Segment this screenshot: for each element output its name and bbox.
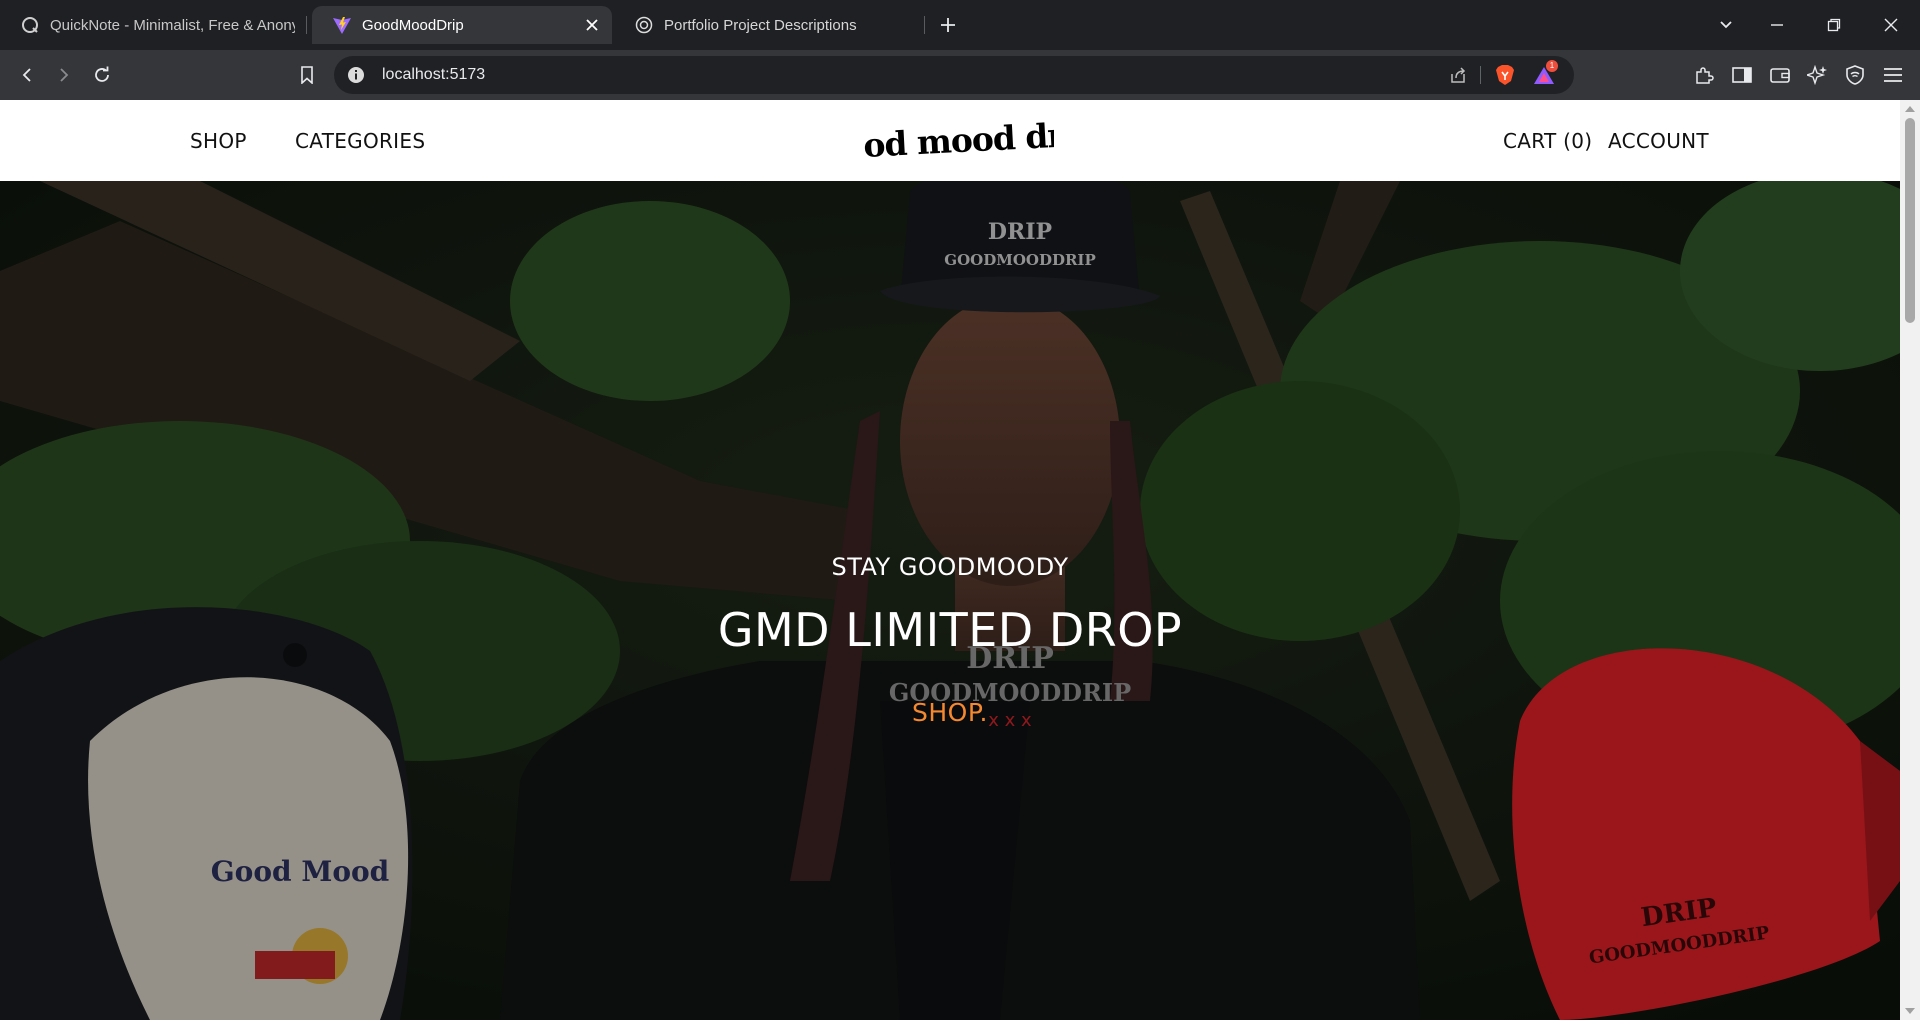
tab-title: GoodMoodDrip (362, 16, 464, 34)
window-close-icon[interactable] (1879, 13, 1903, 37)
nav-cart-link[interactable]: CART (0) (1503, 129, 1592, 153)
nav-account-link[interactable]: ACCOUNT (1608, 129, 1709, 153)
scroll-down-arrow-icon[interactable] (1904, 1006, 1916, 1016)
menu-icon[interactable] (1881, 63, 1905, 87)
tab-search-chevron-icon[interactable] (1714, 13, 1738, 37)
openai-icon (634, 15, 654, 35)
brave-shields-icon[interactable] (1494, 64, 1516, 86)
forward-icon[interactable] (52, 63, 76, 87)
wallet-icon[interactable] (1768, 63, 1792, 87)
leo-ai-icon[interactable] (1805, 63, 1829, 87)
nav-shop-link[interactable]: SHOP (190, 129, 247, 153)
share-icon[interactable] (1448, 65, 1468, 85)
hero-subtitle: STAY GOODMOODY (831, 553, 1069, 581)
page-viewport: SHOP CATEGORIES good mood drip CART (0) … (0, 100, 1920, 1020)
bookmark-icon[interactable] (295, 63, 319, 87)
scroll-up-arrow-icon[interactable] (1904, 104, 1916, 114)
page-scrollbar[interactable] (1900, 100, 1920, 1020)
extensions-icon[interactable] (1692, 63, 1716, 87)
quicknote-icon (20, 15, 40, 35)
site-info-icon[interactable] (346, 65, 366, 85)
browser-tabstrip: QuickNote - Minimalist, Free & Anonymous… (0, 0, 1920, 50)
rewards-badge: 1 (1546, 60, 1558, 72)
svg-text:good mood drip: good mood drip (864, 114, 1054, 167)
tab-title: Portfolio Project Descriptions (664, 16, 857, 34)
hero-shop-link[interactable]: SHOP. (0, 698, 1900, 727)
tab-title: QuickNote - Minimalist, Free & Anonymous (50, 16, 295, 34)
hero-title: GMD LIMITED DROP (717, 603, 1183, 657)
restore-icon[interactable] (1822, 13, 1846, 37)
vpn-shield-icon[interactable] (1843, 63, 1867, 87)
site-header: SHOP CATEGORIES good mood drip CART (0) … (0, 100, 1900, 181)
tab-quicknote[interactable]: QuickNote - Minimalist, Free & Anonymous (0, 6, 300, 44)
address-bar[interactable]: localhost:5173 1 (334, 56, 1574, 94)
vite-icon (332, 15, 352, 35)
new-tab-button[interactable] (936, 13, 960, 37)
minimize-icon[interactable] (1765, 13, 1789, 37)
divider (1480, 66, 1481, 84)
site-logo[interactable]: good mood drip (819, 114, 1098, 168)
tab-separator (306, 16, 307, 34)
url-text: localhost:5173 (382, 66, 486, 83)
hero-banner: DRIP GOODMOODDRIP DRIP GOODMOODDRIP x x … (0, 181, 1900, 1020)
tab-separator (924, 16, 925, 34)
tab-goodmooddrip[interactable]: GoodMoodDrip (312, 6, 612, 44)
reload-icon[interactable] (90, 63, 114, 87)
hero-text: STAY GOODMOODY GMD LIMITED DROP SHOP. (0, 181, 1900, 1020)
browser-toolbar: localhost:5173 1 (0, 50, 1920, 100)
sidebar-icon[interactable] (1730, 63, 1754, 87)
back-icon[interactable] (15, 63, 39, 87)
scrollbar-thumb[interactable] (1905, 118, 1915, 323)
nav-categories-link[interactable]: CATEGORIES (295, 129, 425, 153)
tab-portfolio[interactable]: Portfolio Project Descriptions (614, 6, 924, 44)
close-icon[interactable] (582, 15, 602, 35)
